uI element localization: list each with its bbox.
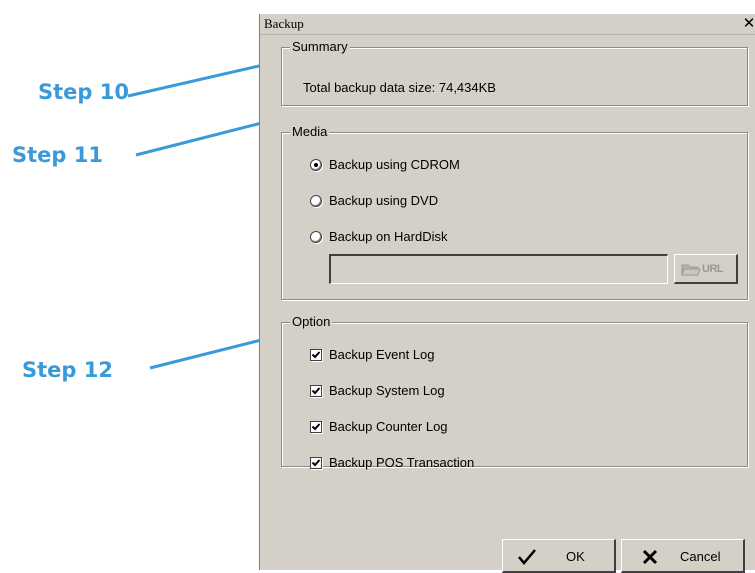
x-mark-icon <box>642 549 658 565</box>
folder-url-icon <box>681 264 701 276</box>
url-button-label: URL <box>702 263 724 275</box>
ok-button[interactable]: OK <box>502 539 616 573</box>
radio-button-cdrom[interactable] <box>310 159 322 171</box>
media-legend: Media <box>290 124 330 140</box>
step-12-label: Step 12 <box>22 358 113 382</box>
harddisk-path-input[interactable] <box>329 254 668 284</box>
total-backup-size-text: Total backup data size: 74,434KB <box>303 80 496 95</box>
option-legend: Option <box>290 314 333 330</box>
summary-group: Summary Total backup data size: 74,434KB <box>281 39 748 106</box>
radio-label-dvd: Backup using DVD <box>329 193 439 208</box>
checkmark-icon <box>311 387 321 395</box>
radio-label-harddisk: Backup on HardDisk <box>329 229 448 244</box>
radio-button-harddisk[interactable] <box>310 231 322 243</box>
step-10-label: Step 10 <box>38 80 129 104</box>
cancel-button[interactable]: Cancel <box>621 539 745 573</box>
checkmark-icon <box>311 351 321 359</box>
checkbox-label-counter-log: Backup Counter Log <box>329 419 448 434</box>
checkmark-icon <box>518 549 536 565</box>
close-icon: ✕ <box>742 14 755 32</box>
close-button[interactable]: ✕ <box>742 15 755 32</box>
step-11-label: Step 11 <box>12 143 103 167</box>
checkbox-label-event-log: Backup Event Log <box>329 347 435 362</box>
ok-button-label: OK <box>566 549 585 564</box>
dialog-title: Backup <box>264 16 304 31</box>
radio-button-dvd[interactable] <box>310 195 322 207</box>
title-bar[interactable]: Backup ✕ <box>260 14 755 35</box>
option-group: Option Backup Event Log Backup System Lo… <box>281 314 748 470</box>
radio-selected-dot <box>314 163 318 167</box>
checkbox-box-counter-log[interactable] <box>310 421 322 433</box>
checkmark-icon <box>311 459 321 467</box>
checkbox-box-event-log[interactable] <box>310 349 322 361</box>
checkmark-icon <box>311 423 321 431</box>
checkbox-box-pos-transaction[interactable] <box>310 457 322 469</box>
summary-legend: Summary <box>290 39 350 55</box>
radio-label-cdrom: Backup using CDROM <box>329 157 460 172</box>
backup-dialog: Backup ✕ Summary Total backup data size:… <box>259 14 755 573</box>
url-browse-button[interactable]: URL <box>674 254 738 284</box>
checkbox-label-system-log: Backup System Log <box>329 383 445 398</box>
checkbox-label-pos-transaction: Backup POS Transaction <box>329 455 475 470</box>
cancel-button-label: Cancel <box>680 549 721 564</box>
checkbox-box-system-log[interactable] <box>310 385 322 397</box>
